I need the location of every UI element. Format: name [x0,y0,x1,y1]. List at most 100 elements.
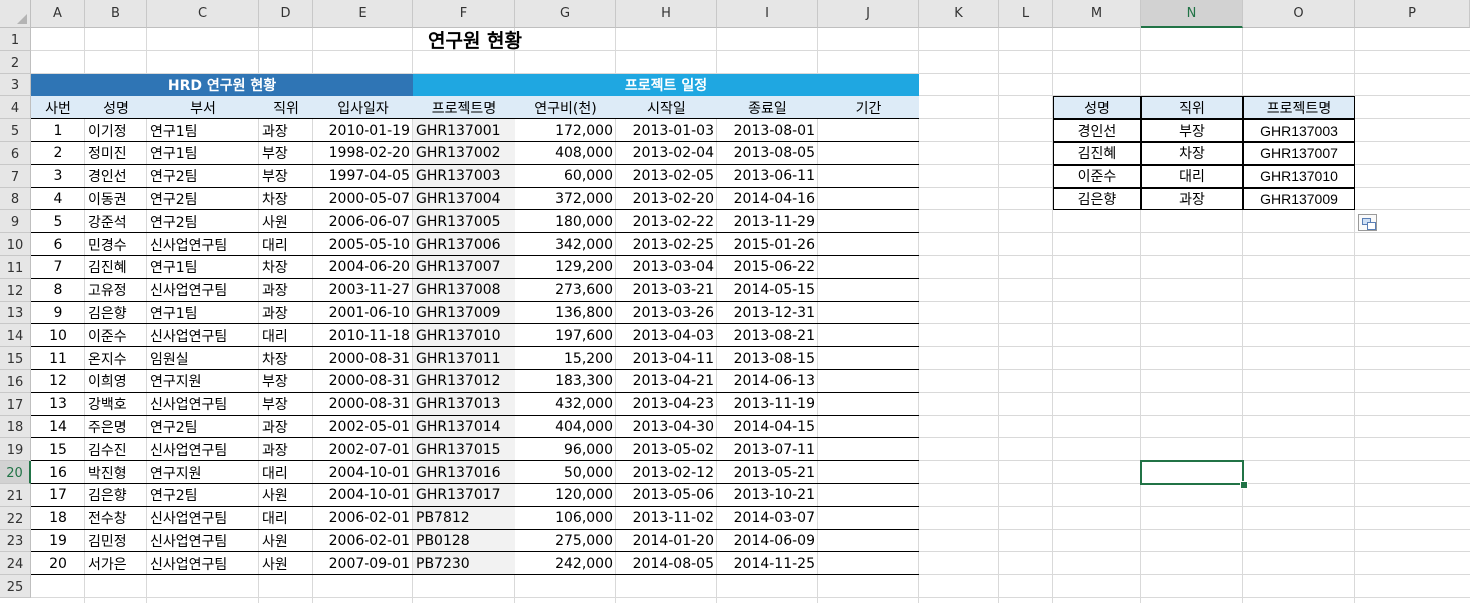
table-cell[interactable]: 부장 [259,370,313,393]
page-title[interactable]: 연구원 현황 [31,28,919,51]
table-cell[interactable]: 강준석 [85,210,147,233]
table-cell-duration[interactable] [818,233,919,256]
table-cell[interactable]: 19 [31,530,85,553]
table-cell[interactable]: 2013-04-11 [616,347,717,370]
table-cell[interactable]: 2014-11-25 [717,552,818,575]
table-cell[interactable]: 2013-04-23 [616,393,717,416]
group-header-hrd[interactable]: HRD 연구원 현황 [31,73,413,97]
table-header-cell[interactable]: 입사일자 [313,96,413,120]
table-cell[interactable]: 민경수 [85,233,147,256]
table-cell[interactable]: GHR137016 [413,461,515,484]
row-header-9[interactable]: 9 [0,210,31,234]
table-cell[interactable]: 1 [31,119,85,142]
table-cell[interactable]: GHR137009 [413,301,515,325]
table-cell[interactable]: 정미진 [85,142,147,165]
table-cell[interactable]: 연구지원 [147,370,259,393]
column-header-J[interactable]: J [818,0,919,28]
table-cell[interactable]: 연구2팀 [147,484,259,507]
table-cell[interactable]: 2013-02-05 [616,165,717,188]
row-header-13[interactable]: 13 [0,301,31,325]
table-cell[interactable]: 부장 [259,165,313,188]
table-cell[interactable]: 2002-05-01 [313,416,413,439]
column-header-N[interactable]: N [1141,0,1243,28]
table-cell[interactable]: 129,200 [515,256,616,279]
table-cell[interactable]: 연구2팀 [147,188,259,211]
table-cell[interactable]: 2010-01-19 [313,119,413,142]
table-cell[interactable]: 2006-02-01 [313,530,413,553]
table-cell[interactable]: 2013-02-22 [616,210,717,233]
table-cell[interactable]: 사원 [259,552,313,575]
table-cell[interactable]: 과장 [259,416,313,439]
table-cell-duration[interactable] [818,507,919,530]
column-header-C[interactable]: C [147,0,259,28]
column-header-H[interactable]: H [616,0,717,28]
row-header-12[interactable]: 12 [0,278,31,302]
lookup-cell[interactable]: 김은향 [1053,187,1141,211]
table-cell[interactable]: PB7812 [413,506,515,530]
selected-cell[interactable] [1140,460,1244,485]
table-cell[interactable]: 신사업연구팀 [147,438,259,461]
table-cell[interactable]: 연구지원 [147,461,259,484]
table-cell[interactable]: 서가은 [85,552,147,575]
table-cell-duration[interactable] [818,461,919,484]
column-header-A[interactable]: A [31,0,85,28]
table-cell-duration[interactable] [818,324,919,347]
table-cell[interactable]: 김은향 [85,484,147,507]
table-cell[interactable]: 대리 [259,233,313,256]
table-cell[interactable]: 4 [31,188,85,211]
table-cell[interactable]: GHR137017 [413,484,515,507]
table-cell[interactable]: 183,300 [515,370,616,393]
table-cell[interactable]: 2013-01-03 [616,119,717,142]
table-cell[interactable]: 임원실 [147,347,259,370]
table-cell-duration[interactable] [818,530,919,553]
table-cell[interactable]: 197,600 [515,324,616,347]
table-cell[interactable]: 2003-11-27 [313,279,413,302]
table-cell-duration[interactable] [818,416,919,439]
table-cell-duration[interactable] [818,484,919,507]
table-cell[interactable]: 2013-02-20 [616,188,717,211]
table-cell[interactable]: 2013-03-26 [616,302,717,325]
table-cell[interactable]: 372,000 [515,188,616,211]
table-cell[interactable]: 2014-05-15 [717,279,818,302]
table-cell[interactable]: 2004-10-01 [313,484,413,507]
table-cell[interactable]: 연구1팀 [147,302,259,325]
lookup-cell[interactable]: GHR137010 [1243,164,1355,188]
row-header-18[interactable]: 18 [0,415,31,439]
table-cell[interactable]: 2013-02-04 [616,142,717,165]
table-cell[interactable]: 경인선 [85,165,147,188]
table-cell[interactable]: 2014-08-05 [616,552,717,575]
row-header-24[interactable]: 24 [0,552,31,576]
row-header-14[interactable]: 14 [0,324,31,348]
table-cell[interactable]: 신사업연구팀 [147,530,259,553]
lookup-cell[interactable]: GHR137009 [1243,187,1355,211]
table-cell[interactable]: 6 [31,233,85,256]
lookup-header-cell[interactable]: 프로젝트명 [1243,96,1355,120]
table-cell[interactable]: 연구2팀 [147,165,259,188]
table-cell[interactable]: GHR137007 [413,256,515,279]
table-cell[interactable]: 2006-06-07 [313,210,413,233]
lookup-cell[interactable]: 이준수 [1053,164,1141,188]
table-cell-duration[interactable] [818,552,919,575]
row-header-1[interactable]: 1 [0,28,31,51]
table-cell[interactable]: 2001-06-10 [313,302,413,325]
table-cell[interactable]: 사원 [259,210,313,233]
table-cell[interactable]: 2007-09-01 [313,552,413,575]
table-cell[interactable]: 12 [31,370,85,393]
table-cell[interactable]: 대리 [259,507,313,530]
table-cell[interactable]: 2013-08-01 [717,119,818,142]
table-cell[interactable]: 172,000 [515,119,616,142]
table-cell[interactable]: 전수창 [85,507,147,530]
row-header-3[interactable]: 3 [0,73,31,97]
table-cell[interactable]: 연구2팀 [147,416,259,439]
row-header-2[interactable]: 2 [0,50,31,74]
row-header-11[interactable]: 11 [0,256,31,279]
table-cell[interactable]: 부장 [259,393,313,416]
table-cell[interactable]: 9 [31,302,85,325]
table-cell[interactable]: 106,000 [515,507,616,530]
table-cell-duration[interactable] [818,347,919,370]
lookup-cell[interactable]: 대리 [1141,164,1243,188]
table-cell[interactable]: 136,800 [515,302,616,325]
table-cell[interactable]: 2013-05-06 [616,484,717,507]
table-cell[interactable]: 50,000 [515,461,616,484]
table-cell[interactable]: 2000-08-31 [313,347,413,370]
